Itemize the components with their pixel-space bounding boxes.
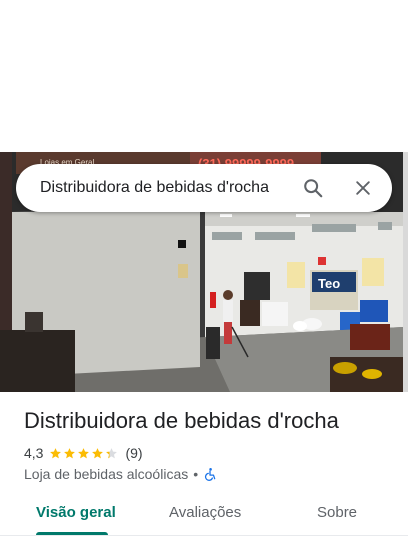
category-row: Loja de bebidas alcoólicas • (24, 465, 217, 483)
tabs-divider (0, 535, 408, 536)
close-icon (356, 181, 370, 195)
rating-value: 4,3 (24, 445, 44, 461)
star-icon (50, 447, 62, 458)
review-count[interactable]: (9) (125, 445, 142, 461)
tab-sobre[interactable]: Sobre (317, 504, 357, 521)
tab-bar: Visão geral Avaliações Sobre (0, 496, 408, 544)
tab-avaliacoes[interactable]: Avaliações (169, 504, 241, 521)
rating-row[interactable]: 4,3 (9) (24, 444, 143, 462)
star-icon (106, 447, 118, 458)
rating-stars (49, 447, 119, 460)
star-icon (92, 447, 104, 458)
search-button[interactable] (296, 171, 330, 205)
scrollbar[interactable] (403, 152, 408, 392)
search-bar[interactable]: Distribuidora de bebidas d'rocha (16, 164, 392, 212)
place-category[interactable]: Loja de bebidas alcoólicas (24, 466, 188, 482)
close-button[interactable] (346, 171, 380, 205)
search-icon (304, 179, 323, 198)
star-icon (78, 447, 90, 458)
search-input[interactable]: Distribuidora de bebidas d'rocha (40, 179, 296, 197)
wheelchair-icon[interactable] (203, 467, 217, 481)
tab-visao-geral[interactable]: Visão geral (36, 504, 116, 521)
map-blank-area (0, 0, 408, 152)
separator-dot: • (193, 466, 199, 482)
shop-sign-text: Teo (318, 276, 340, 291)
star-icon (64, 447, 76, 458)
place-title: Distribuidora de bebidas d'rocha (24, 408, 339, 433)
